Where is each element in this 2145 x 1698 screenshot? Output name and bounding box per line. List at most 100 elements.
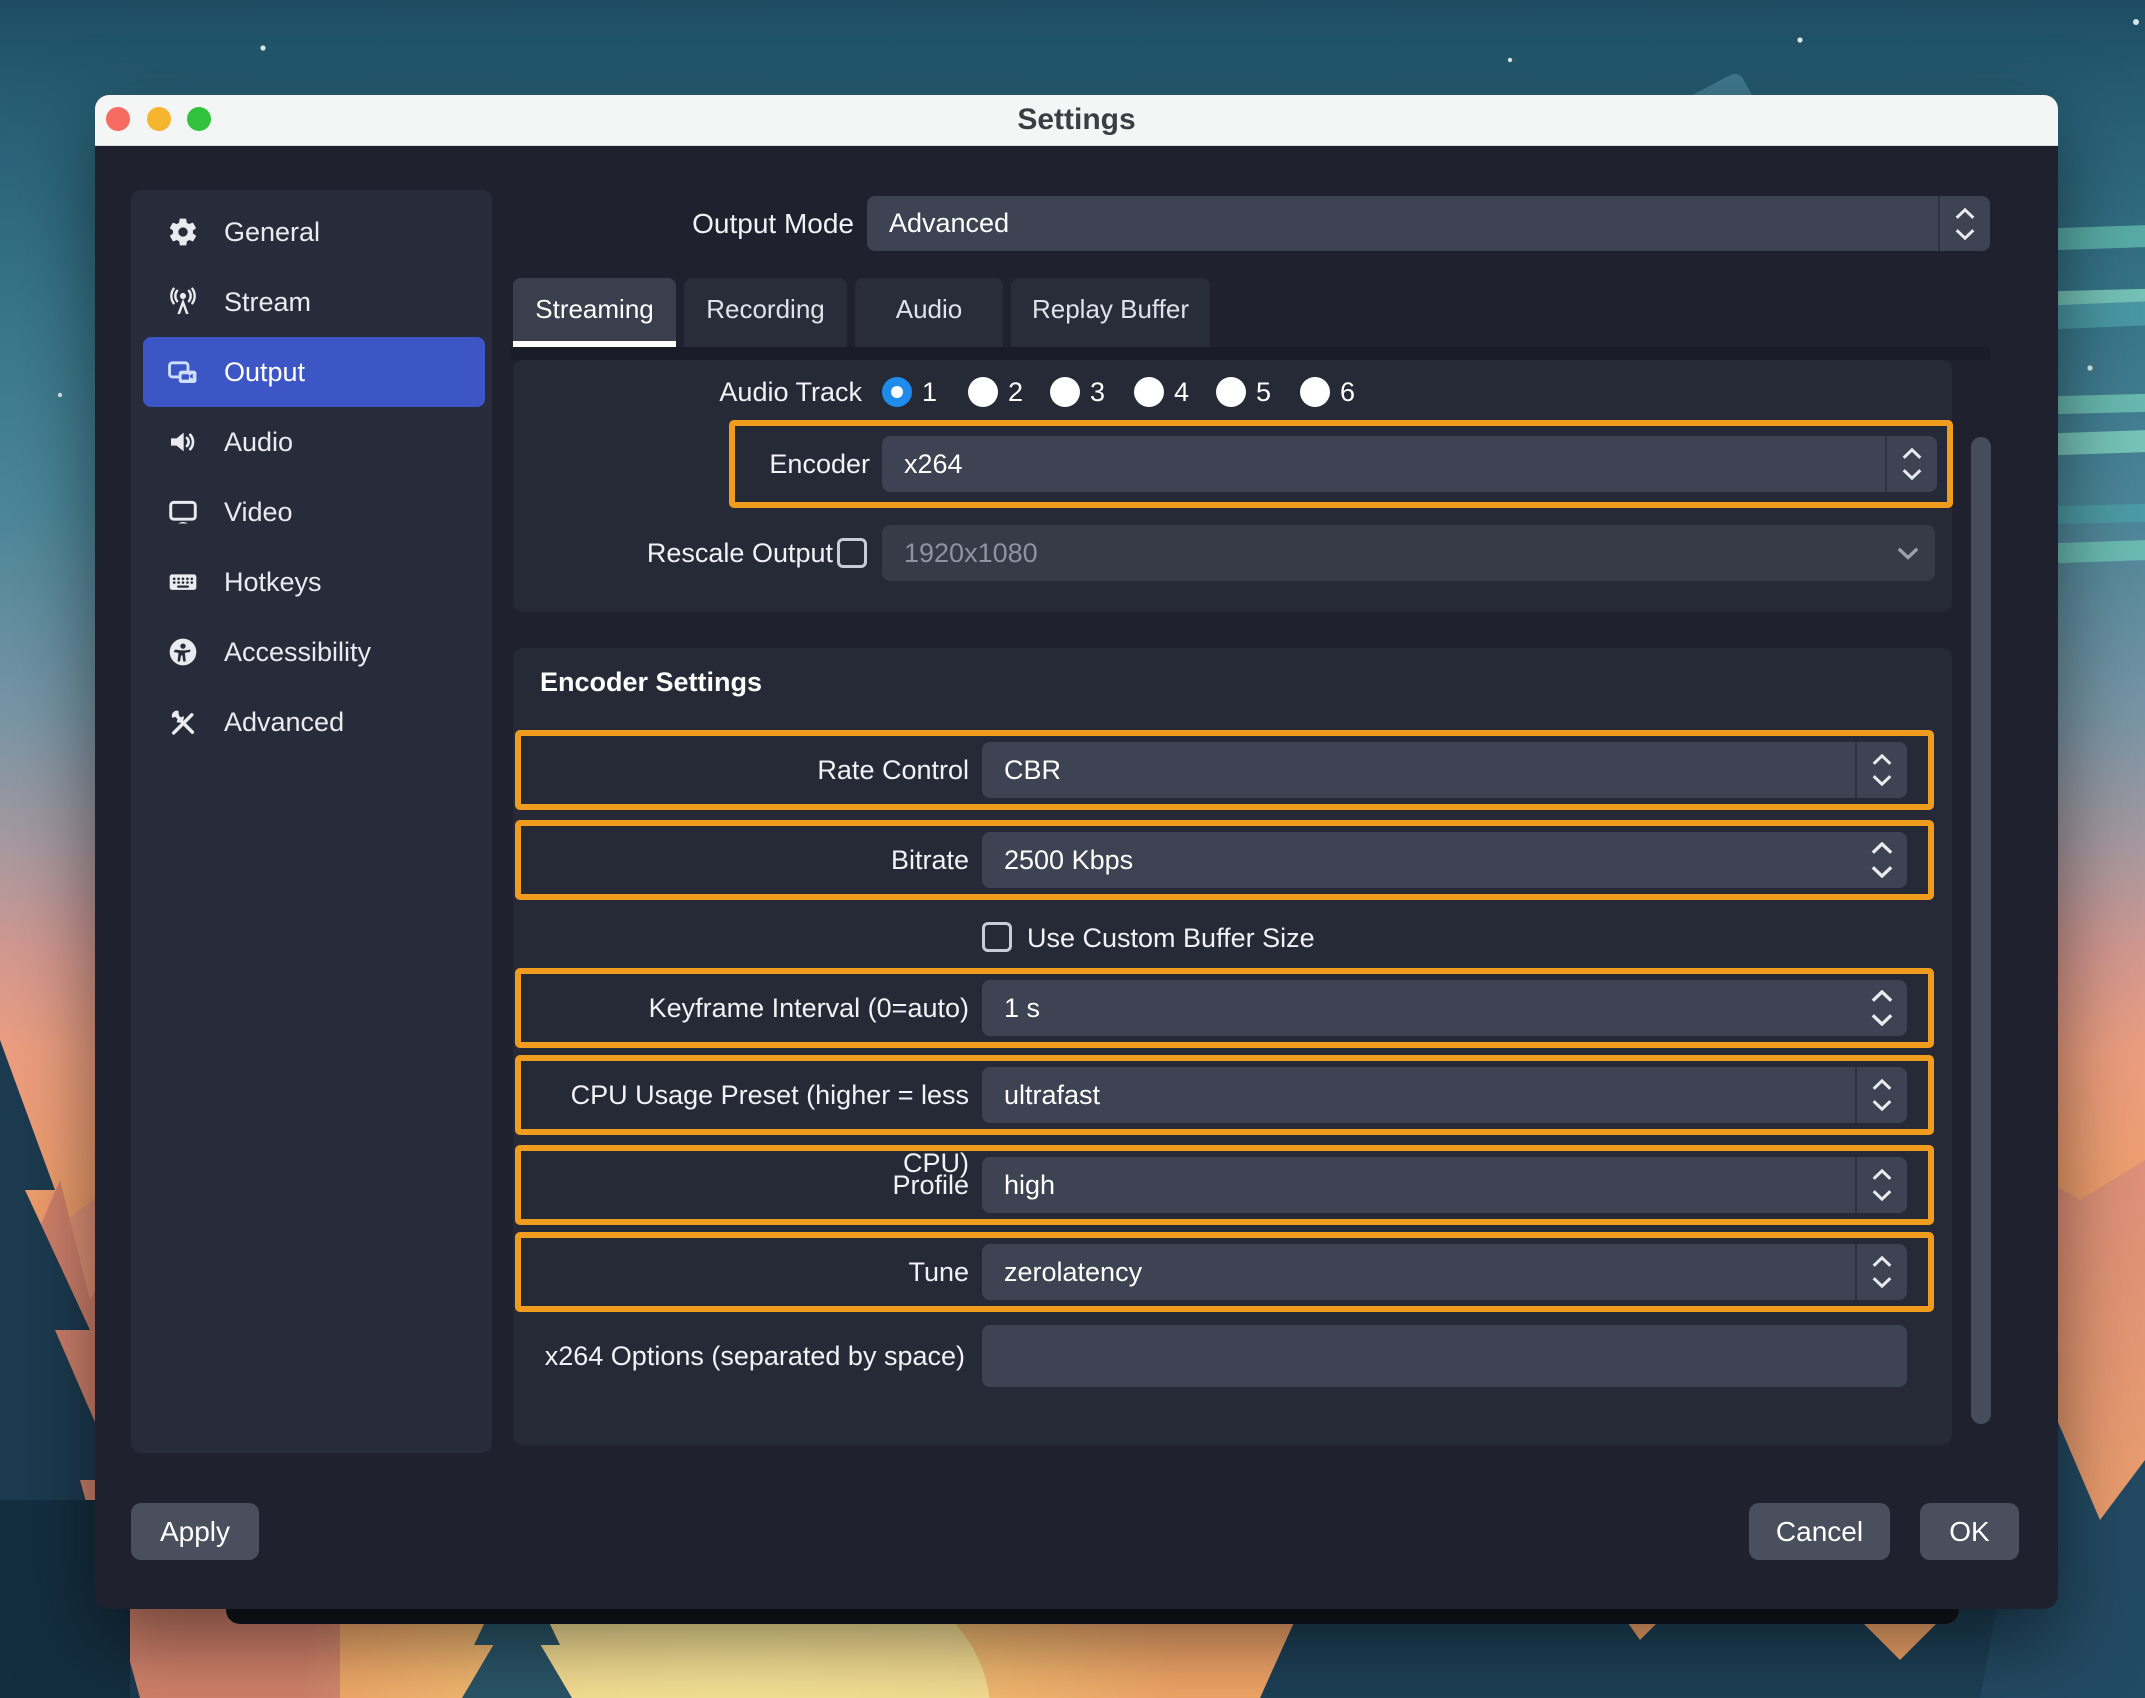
x264-options-input[interactable] (982, 1325, 1907, 1387)
rescale-output-checkbox[interactable] (837, 538, 867, 568)
audio-track-radio-label: 5 (1256, 377, 1271, 407)
chevron-down-icon (1897, 547, 1919, 560)
chevron-down-icon (1955, 228, 1975, 240)
audio-track-radio-3[interactable] (1050, 377, 1080, 407)
tab-recording[interactable]: Recording (684, 278, 847, 347)
audio-track-radio-label: 1 (922, 377, 937, 407)
audio-track-radio-4[interactable] (1134, 377, 1164, 407)
sidebar-item-label: Advanced (224, 707, 344, 738)
sidebar-item-label: Audio (224, 427, 293, 458)
tune-select[interactable]: zerolatency (982, 1244, 1907, 1300)
bitrate-value: 2500 Kbps (1004, 845, 1133, 876)
sidebar-item-advanced[interactable]: Advanced (143, 687, 485, 757)
output-screens-icon (165, 354, 201, 390)
highlight-box-rate-control: Rate Control CBR (515, 730, 1934, 810)
tab-replay-buffer[interactable]: Replay Buffer (1011, 278, 1210, 347)
encoder-select[interactable]: x264 (882, 436, 1937, 492)
select-stepper (1855, 742, 1907, 798)
output-tabs: Streaming Recording Audio Replay Buffer (513, 278, 1210, 347)
sidebar-item-label: Hotkeys (224, 567, 322, 598)
encoder-label: Encoder (735, 426, 870, 502)
chevron-up-icon (1871, 842, 1893, 855)
profile-select[interactable]: high (982, 1157, 1907, 1213)
gear-icon (165, 214, 201, 250)
highlight-box-bitrate: Bitrate 2500 Kbps (515, 820, 1934, 900)
chevron-down-icon (1872, 1099, 1892, 1111)
encoder-settings-heading: Encoder Settings (540, 662, 762, 702)
chevron-up-icon (1872, 754, 1892, 766)
tune-value: zerolatency (1004, 1257, 1142, 1288)
tabbar-divider (510, 347, 1990, 360)
chevron-down-icon (1871, 865, 1893, 878)
cpu-preset-value: ultrafast (1004, 1080, 1100, 1111)
settings-window: Settings General Stream Output (95, 95, 2058, 1609)
audio-track-radio-5[interactable] (1216, 377, 1246, 407)
sidebar: General Stream Output Audio (131, 190, 492, 1453)
audio-track-radio-label: 3 (1090, 377, 1105, 407)
titlebar[interactable]: Settings (95, 95, 2058, 146)
ok-button[interactable]: OK (1920, 1503, 2019, 1560)
highlight-box-encoder: Encoder x264 (729, 420, 1953, 508)
audio-track-radio-6[interactable] (1300, 377, 1330, 407)
rescale-resolution-select[interactable]: 1920x1080 (882, 525, 1935, 581)
rate-control-value: CBR (1004, 755, 1061, 786)
sidebar-item-stream[interactable]: Stream (143, 267, 485, 337)
chevron-up-icon (1955, 208, 1975, 220)
spin-buttons (1857, 832, 1907, 888)
keyframe-interval-value: 1 s (1004, 993, 1040, 1024)
scrollbar[interactable] (1971, 360, 1991, 1445)
bitrate-spinbox[interactable]: 2500 Kbps (982, 832, 1907, 888)
sidebar-item-audio[interactable]: Audio (143, 407, 485, 477)
keyframe-interval-label: Keyframe Interval (0=auto) (521, 974, 969, 1042)
desktop: Settings General Stream Output (0, 0, 2145, 1698)
sidebar-item-label: Output (224, 357, 305, 388)
output-mode-value: Advanced (889, 208, 1009, 239)
keyframe-interval-spinbox[interactable]: 1 s (982, 980, 1907, 1036)
sidebar-item-video[interactable]: Video (143, 477, 485, 547)
select-stepper (1855, 1157, 1907, 1213)
keyboard-icon (165, 564, 201, 600)
tab-streaming[interactable]: Streaming (513, 278, 676, 347)
output-mode-select[interactable]: Advanced (867, 196, 1990, 251)
monitor-icon (165, 494, 201, 530)
encoder-settings-panel: Encoder Settings Rate Control CBR Bitrat… (513, 648, 1952, 1445)
cpu-preset-label: CPU Usage Preset (higher = less CPU) (521, 1061, 969, 1129)
custom-buffer-checkbox[interactable] (982, 922, 1012, 952)
sidebar-item-label: Accessibility (224, 637, 371, 668)
rescale-resolution-value: 1920x1080 (904, 538, 1038, 569)
spin-buttons (1857, 980, 1907, 1036)
cancel-button[interactable]: Cancel (1749, 1503, 1890, 1560)
audio-track-radio-1[interactable] (882, 377, 912, 407)
apply-button[interactable]: Apply (131, 1503, 259, 1560)
chevron-up-icon (1872, 1079, 1892, 1091)
chevron-up-icon (1872, 1169, 1892, 1181)
audio-track-radio-2[interactable] (968, 377, 998, 407)
custom-buffer-label: Use Custom Buffer Size (1027, 922, 1315, 952)
speaker-icon (165, 424, 201, 460)
tab-audio[interactable]: Audio (855, 278, 1003, 347)
cpu-preset-select[interactable]: ultrafast (982, 1067, 1907, 1123)
select-stepper (1855, 1067, 1907, 1123)
rate-control-select[interactable]: CBR (982, 742, 1907, 798)
sidebar-item-hotkeys[interactable]: Hotkeys (143, 547, 485, 617)
x264-options-label: x264 Options (separated by space) (513, 1325, 965, 1387)
sidebar-item-output[interactable]: Output (143, 337, 485, 407)
highlight-box-tune: Tune zerolatency (515, 1232, 1934, 1312)
sidebar-item-accessibility[interactable]: Accessibility (143, 617, 485, 687)
sidebar-item-label: General (224, 217, 320, 248)
accessibility-icon (165, 634, 201, 670)
tools-icon (165, 704, 201, 740)
audio-track-label: Audio Track (513, 372, 862, 412)
audio-track-radio-label: 2 (1008, 377, 1023, 407)
streaming-panel: Audio Track 1 2 3 4 5 6 Encoder x264 (513, 360, 1952, 612)
sidebar-item-label: Stream (224, 287, 311, 318)
sidebar-item-general[interactable]: General (143, 197, 485, 267)
window-title: Settings (95, 95, 2058, 145)
select-stepper (1885, 436, 1937, 492)
chevron-down-icon (1872, 1276, 1892, 1288)
audio-track-radio-label: 6 (1340, 377, 1355, 407)
scrollbar-thumb[interactable] (1971, 437, 1991, 1424)
chevron-down-icon (1872, 1189, 1892, 1201)
antenna-icon (165, 284, 201, 320)
rate-control-label: Rate Control (521, 736, 969, 804)
